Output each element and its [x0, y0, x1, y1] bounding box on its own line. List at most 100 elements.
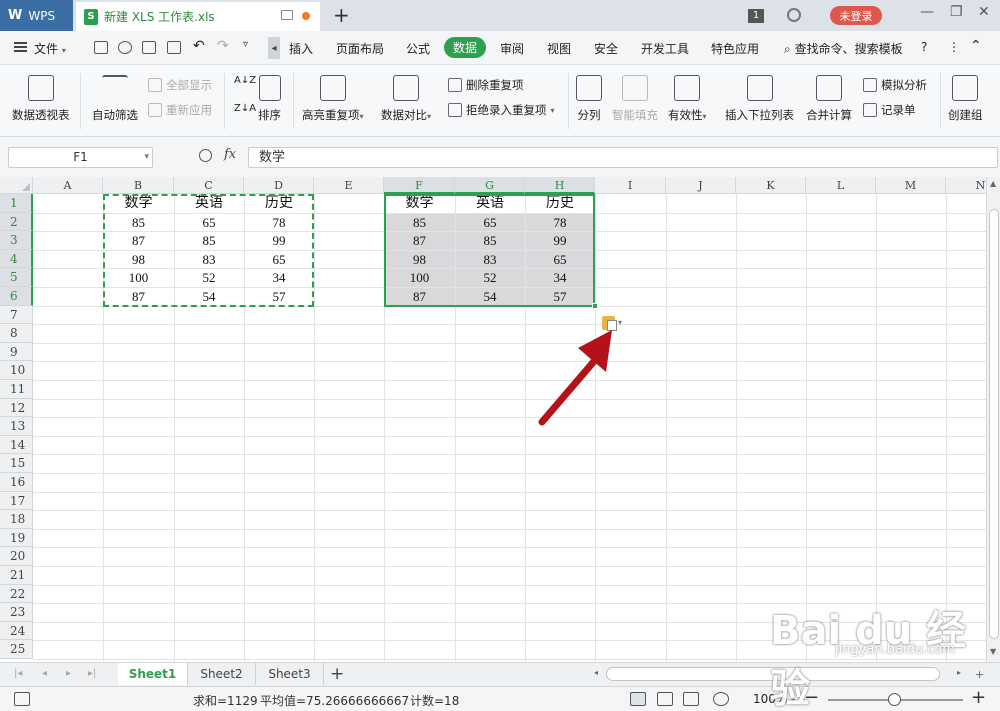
minimize-icon[interactable]: — — [920, 4, 934, 20]
sort-asc-icon[interactable]: A↓Z — [234, 75, 256, 86]
sheet-tab-1[interactable]: Sheet1 — [118, 663, 188, 685]
help-icon[interactable]: ? — [921, 40, 927, 54]
column-header-f[interactable]: F — [384, 177, 455, 194]
row-header-1[interactable]: 1 — [0, 194, 33, 213]
menu-view[interactable]: 视图 — [547, 40, 571, 57]
reject-duplicates-button[interactable]: 拒绝录入重复项 ▾ — [448, 102, 555, 118]
pivot-table-button[interactable]: 数据透视表 — [12, 75, 70, 123]
name-box[interactable]: F1 — [8, 147, 153, 168]
macro-icon[interactable] — [14, 692, 30, 706]
column-header-d[interactable]: D — [244, 177, 314, 194]
column-header-c[interactable]: C — [174, 177, 244, 194]
highlight-duplicates-button[interactable]: 高亮重复项▾ — [302, 75, 364, 123]
paste-options-button[interactable]: ▾ — [602, 315, 622, 331]
row-header-15[interactable]: 15 — [0, 454, 33, 473]
row-header-21[interactable]: 21 — [0, 566, 33, 585]
column-header-a[interactable]: A — [33, 177, 103, 194]
zoom-search-icon[interactable] — [199, 149, 212, 162]
remove-duplicates-button[interactable]: 删除重复项 — [448, 77, 524, 93]
vertical-scrollbar[interactable]: ▲ ▼ — [986, 177, 1000, 662]
print-icon[interactable] — [142, 41, 156, 54]
validity-button[interactable]: 有效性▾ — [668, 75, 707, 123]
worksheet-grid[interactable]: A B C D E F G H I J K L M N 1 2 3 4 5 6 7 8 9 10 11 12 13 14 15 16 17 1… — [0, 177, 986, 662]
sheet-tab-3[interactable]: Sheet3 — [256, 663, 324, 685]
row-header-16[interactable]: 16 — [0, 473, 33, 492]
sheet-tab-2[interactable]: Sheet2 — [188, 663, 256, 685]
vertical-scroll-thumb[interactable] — [989, 209, 999, 639]
column-header-l[interactable]: L — [806, 177, 876, 194]
document-tab[interactable]: S 新建 XLS 工作表.xls — [76, 2, 320, 31]
row-header-25[interactable]: 25 — [0, 640, 33, 659]
row-header-3[interactable]: 3 — [0, 231, 33, 250]
text-to-columns-button[interactable]: 分列 — [576, 75, 602, 123]
sort-desc-icon[interactable]: Z↓A — [234, 103, 256, 114]
normal-view-icon[interactable] — [630, 692, 646, 706]
insert-dropdown-list-button[interactable]: 插入下拉列表 — [725, 75, 794, 123]
first-sheet-icon[interactable]: |◂ — [14, 668, 22, 679]
undo-icon[interactable]: ↶ — [193, 38, 205, 54]
page-break-view-icon[interactable] — [657, 692, 673, 706]
column-header-j[interactable]: J — [666, 177, 736, 194]
column-header-n[interactable]: N — [946, 177, 986, 194]
menu-developer[interactable]: 开发工具 — [641, 40, 689, 57]
restore-icon[interactable]: ❐ — [950, 4, 963, 20]
window-count-badge[interactable]: 1 — [748, 0, 764, 31]
next-sheet-icon[interactable]: ▸ — [66, 668, 71, 679]
menu-special[interactable]: 特色应用 — [711, 40, 759, 57]
row-header-20[interactable]: 20 — [0, 547, 33, 566]
eye-protection-icon[interactable] — [713, 692, 729, 706]
menu-hamburger-icon[interactable] — [14, 42, 27, 52]
menu-page-layout[interactable]: 页面布局 — [336, 40, 384, 57]
skin-icon[interactable] — [787, 8, 801, 22]
formula-input[interactable]: 数学 — [248, 147, 998, 168]
row-header-12[interactable]: 12 — [0, 398, 33, 418]
column-header-h[interactable]: H — [525, 177, 595, 194]
smart-fill-button[interactable]: 智能填充 — [612, 75, 658, 123]
row-header-17[interactable]: 17 — [0, 491, 33, 511]
login-button[interactable]: 未登录 — [830, 6, 882, 25]
prev-sheet-icon[interactable]: ◂ — [42, 668, 47, 679]
row-header-23[interactable]: 23 — [0, 603, 33, 622]
monitor-icon[interactable] — [281, 10, 293, 20]
sort-button[interactable]: 排序 — [258, 75, 281, 123]
show-all-button[interactable]: 全部显示 — [148, 77, 212, 93]
fx-icon[interactable]: fx — [224, 147, 236, 162]
new-tab-plus-icon[interactable]: + — [333, 3, 350, 27]
column-header-i[interactable]: I — [595, 177, 666, 194]
row-header-10[interactable]: 10 — [0, 361, 33, 380]
reading-mode-icon[interactable] — [683, 692, 699, 706]
column-header-m[interactable]: M — [876, 177, 946, 194]
record-form-button[interactable]: 记录单 — [863, 102, 916, 118]
add-sheet-button[interactable]: + — [330, 664, 344, 684]
menu-review[interactable]: 审阅 — [500, 40, 524, 57]
scroll-left-icon[interactable]: ◂ — [594, 668, 598, 677]
row-header-18[interactable]: 18 — [0, 510, 33, 529]
row-header-19[interactable]: 19 — [0, 528, 33, 548]
row-header-5[interactable]: 5 — [0, 268, 33, 287]
format-painter-icon[interactable] — [118, 41, 132, 54]
save-icon[interactable] — [94, 41, 108, 54]
command-search[interactable]: ⌕ 查找命令、搜索模板 — [784, 40, 903, 57]
consolidate-button[interactable]: 合并计算 — [806, 75, 852, 123]
row-header-4[interactable]: 4 — [0, 249, 33, 269]
fill-handle[interactable] — [592, 302, 598, 309]
row-header-8[interactable]: 8 — [0, 324, 33, 343]
last-sheet-icon[interactable]: ▸| — [88, 668, 96, 679]
autofilter-button[interactable]: 自动筛选 — [92, 75, 138, 123]
row-header-14[interactable]: 14 — [0, 435, 33, 455]
menu-data[interactable]: 数据 — [444, 37, 486, 58]
reapply-button[interactable]: 重新应用 — [148, 102, 212, 118]
menu-insert[interactable]: 插入 — [289, 40, 313, 57]
create-group-button[interactable]: 创建组 — [948, 75, 983, 123]
column-header-k[interactable]: K — [736, 177, 806, 194]
row-header-24[interactable]: 24 — [0, 621, 33, 641]
scroll-up-icon[interactable]: ▲ — [990, 179, 996, 188]
select-all-corner[interactable] — [0, 177, 33, 194]
column-header-e[interactable]: E — [314, 177, 384, 194]
row-header-2[interactable]: 2 — [0, 212, 33, 232]
ribbon-scroll-left-icon[interactable]: ◂ — [268, 37, 280, 59]
row-header-13[interactable]: 13 — [0, 417, 33, 436]
collapse-ribbon-icon[interactable]: ⌃ — [970, 38, 982, 54]
column-header-b[interactable]: B — [103, 177, 174, 194]
print-preview-icon[interactable] — [167, 41, 181, 54]
